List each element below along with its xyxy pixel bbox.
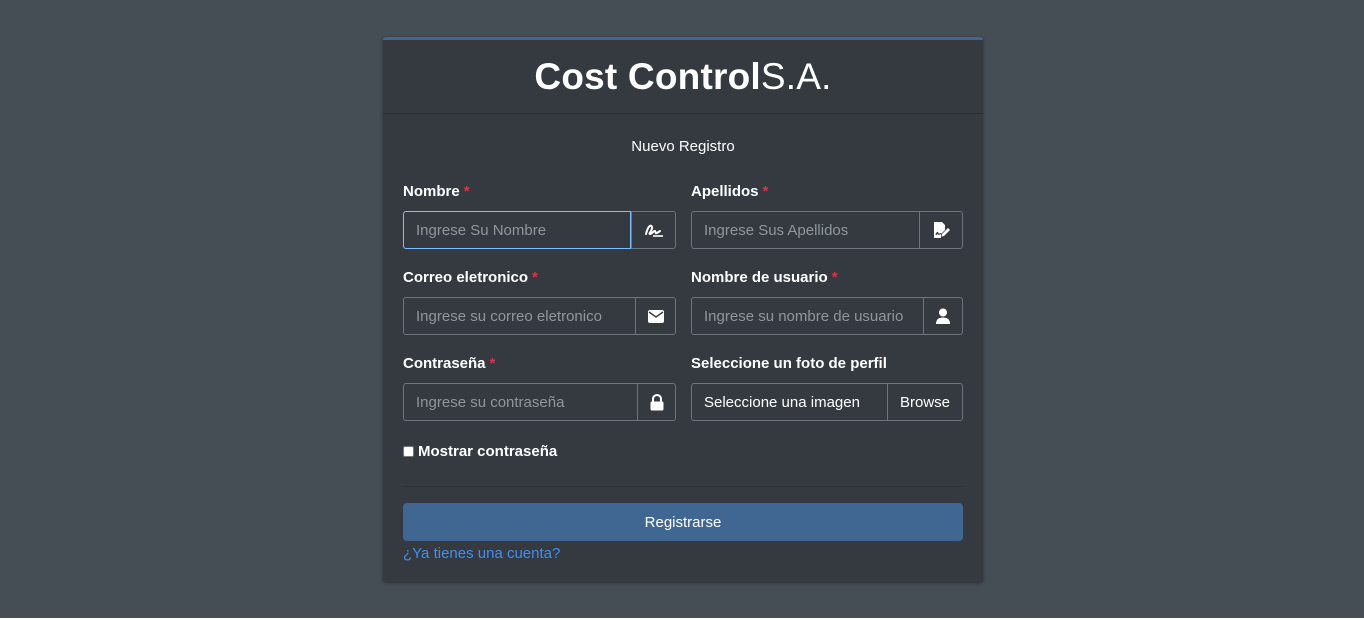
signature-icon — [631, 211, 676, 249]
apellidos-label: Apellidos * — [691, 183, 769, 200]
brand-suffix: S.A. — [760, 55, 832, 97]
apellidos-field: Apellidos * — [691, 183, 963, 249]
correo-label: Correo eletronico * — [403, 269, 538, 286]
usuario-field: Nombre de usuario * — [691, 269, 963, 335]
required-mark: * — [831, 269, 838, 286]
register-button[interactable]: Registrarse — [403, 503, 963, 541]
show-password-toggle[interactable]: Mostrar contraseña — [403, 443, 557, 460]
foto-label: Seleccione un foto de perfil — [691, 355, 887, 372]
contrasena-input[interactable] — [403, 383, 637, 421]
user-icon — [923, 297, 963, 335]
divider — [403, 486, 963, 487]
contrasena-field: Contraseña * — [403, 355, 676, 421]
show-password-checkbox[interactable] — [403, 446, 414, 457]
correo-field: Correo eletronico * — [403, 269, 676, 335]
form-subtitle: Nuevo Registro — [631, 138, 735, 155]
nombre-label: Nombre * — [403, 183, 470, 200]
nombre-input[interactable] — [403, 211, 631, 249]
correo-input[interactable] — [403, 297, 635, 335]
brand-name: Cost Control — [534, 55, 761, 97]
required-mark: * — [489, 355, 496, 372]
apellidos-input[interactable] — [691, 211, 919, 249]
browse-button[interactable]: Browse — [887, 383, 963, 421]
show-password-label: Mostrar contraseña — [418, 443, 558, 460]
usuario-input[interactable] — [691, 297, 923, 335]
foto-field: Seleccione un foto de perfil Seleccione … — [691, 355, 963, 421]
required-mark: * — [532, 269, 538, 286]
login-link[interactable]: ¿Ya tienes una cuenta? — [403, 545, 560, 562]
nombre-field: Nombre * — [403, 183, 676, 249]
contrasena-label: Contraseña * — [403, 355, 496, 372]
required-mark: * — [762, 183, 769, 200]
file-input-text[interactable]: Seleccione una imagen — [691, 383, 887, 421]
envelope-icon — [635, 297, 676, 335]
usuario-label: Nombre de usuario * — [691, 269, 838, 286]
file-signature-icon — [919, 211, 963, 249]
lock-icon — [637, 383, 676, 421]
brand-title: Cost Control S.A. — [383, 40, 983, 114]
register-card: Cost Control S.A. Nuevo Registro Nombre * … — [383, 37, 983, 582]
file-input[interactable]: Seleccione una imagen Browse — [691, 383, 963, 421]
required-mark: * — [463, 183, 470, 200]
